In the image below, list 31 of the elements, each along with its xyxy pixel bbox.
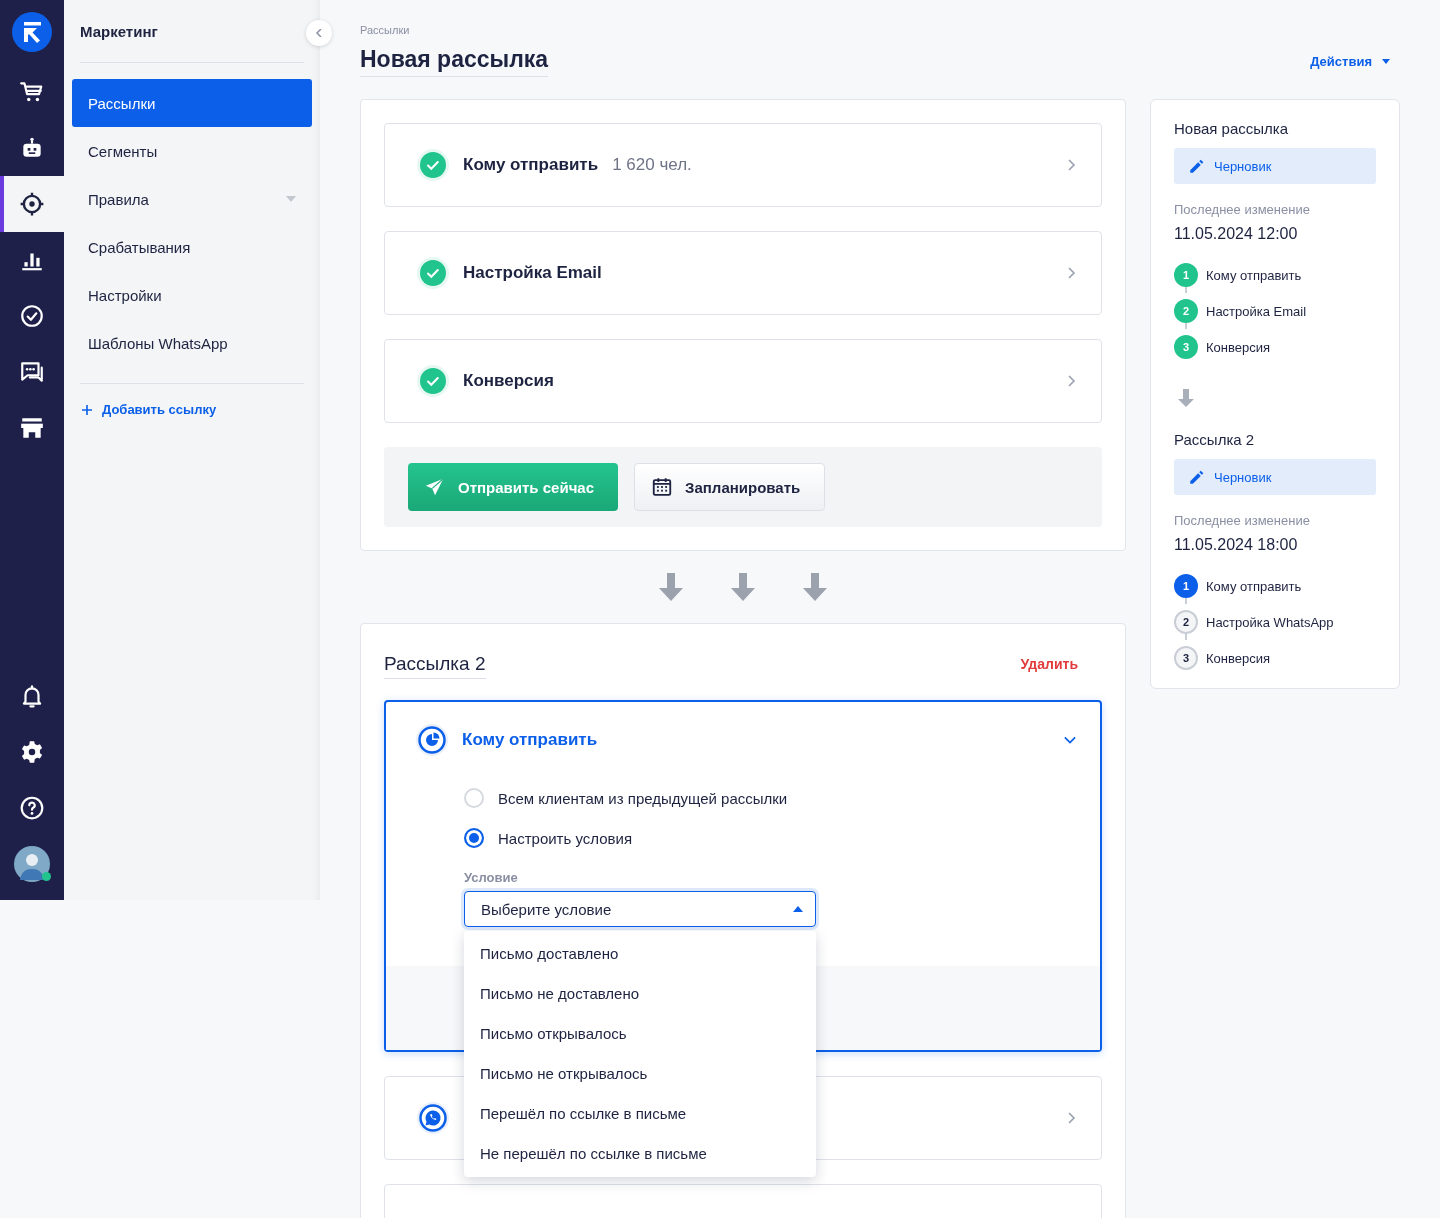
status-label: Черновик <box>1214 158 1272 174</box>
option-label: Всем клиентам из предыдущей рассылки <box>498 789 788 807</box>
status-label: Черновик <box>1214 469 1272 485</box>
step-label: Настройка Email <box>1206 303 1307 319</box>
step-label: Настройка WhatsApp <box>1206 614 1334 630</box>
step-title: Конверсия <box>463 371 554 391</box>
field-label: Последнее изменение <box>1174 513 1311 528</box>
step-number: 2 <box>1174 299 1198 323</box>
step-label: Кому отправить <box>1206 578 1302 594</box>
mailing-title: Рассылка 2 <box>1174 430 1256 450</box>
step-number: 1 <box>1174 574 1198 598</box>
step-title: Кому отправить <box>462 730 599 750</box>
page-title: Новая рассылка <box>360 44 549 77</box>
field-label: Условие <box>464 870 519 885</box>
recipient-count: 1 620 чел. <box>612 155 693 175</box>
modified-date: 11.05.2024 12:00 <box>1174 225 1299 243</box>
step-label: Конверсия <box>1206 650 1270 666</box>
modified-date: 11.05.2024 18:00 <box>1174 536 1299 554</box>
step-number: 3 <box>1174 335 1198 359</box>
section-title: Маркетинг <box>80 0 304 63</box>
option-label: Настроить условия <box>498 829 633 847</box>
mailing-title: Рассылка 2 <box>384 649 486 679</box>
step-label: Конверсия <box>1206 339 1270 355</box>
step-title: Настройка Email <box>463 263 602 283</box>
step-number: 1 <box>1174 263 1198 287</box>
step-number: 3 <box>1174 646 1198 670</box>
step-title: Кому отправить <box>463 155 599 175</box>
step-label: Кому отправить <box>1206 267 1302 283</box>
field-label: Последнее изменение <box>1174 202 1311 217</box>
mailing-title: Новая рассылка <box>1174 119 1290 139</box>
step-number: 2 <box>1174 610 1198 634</box>
